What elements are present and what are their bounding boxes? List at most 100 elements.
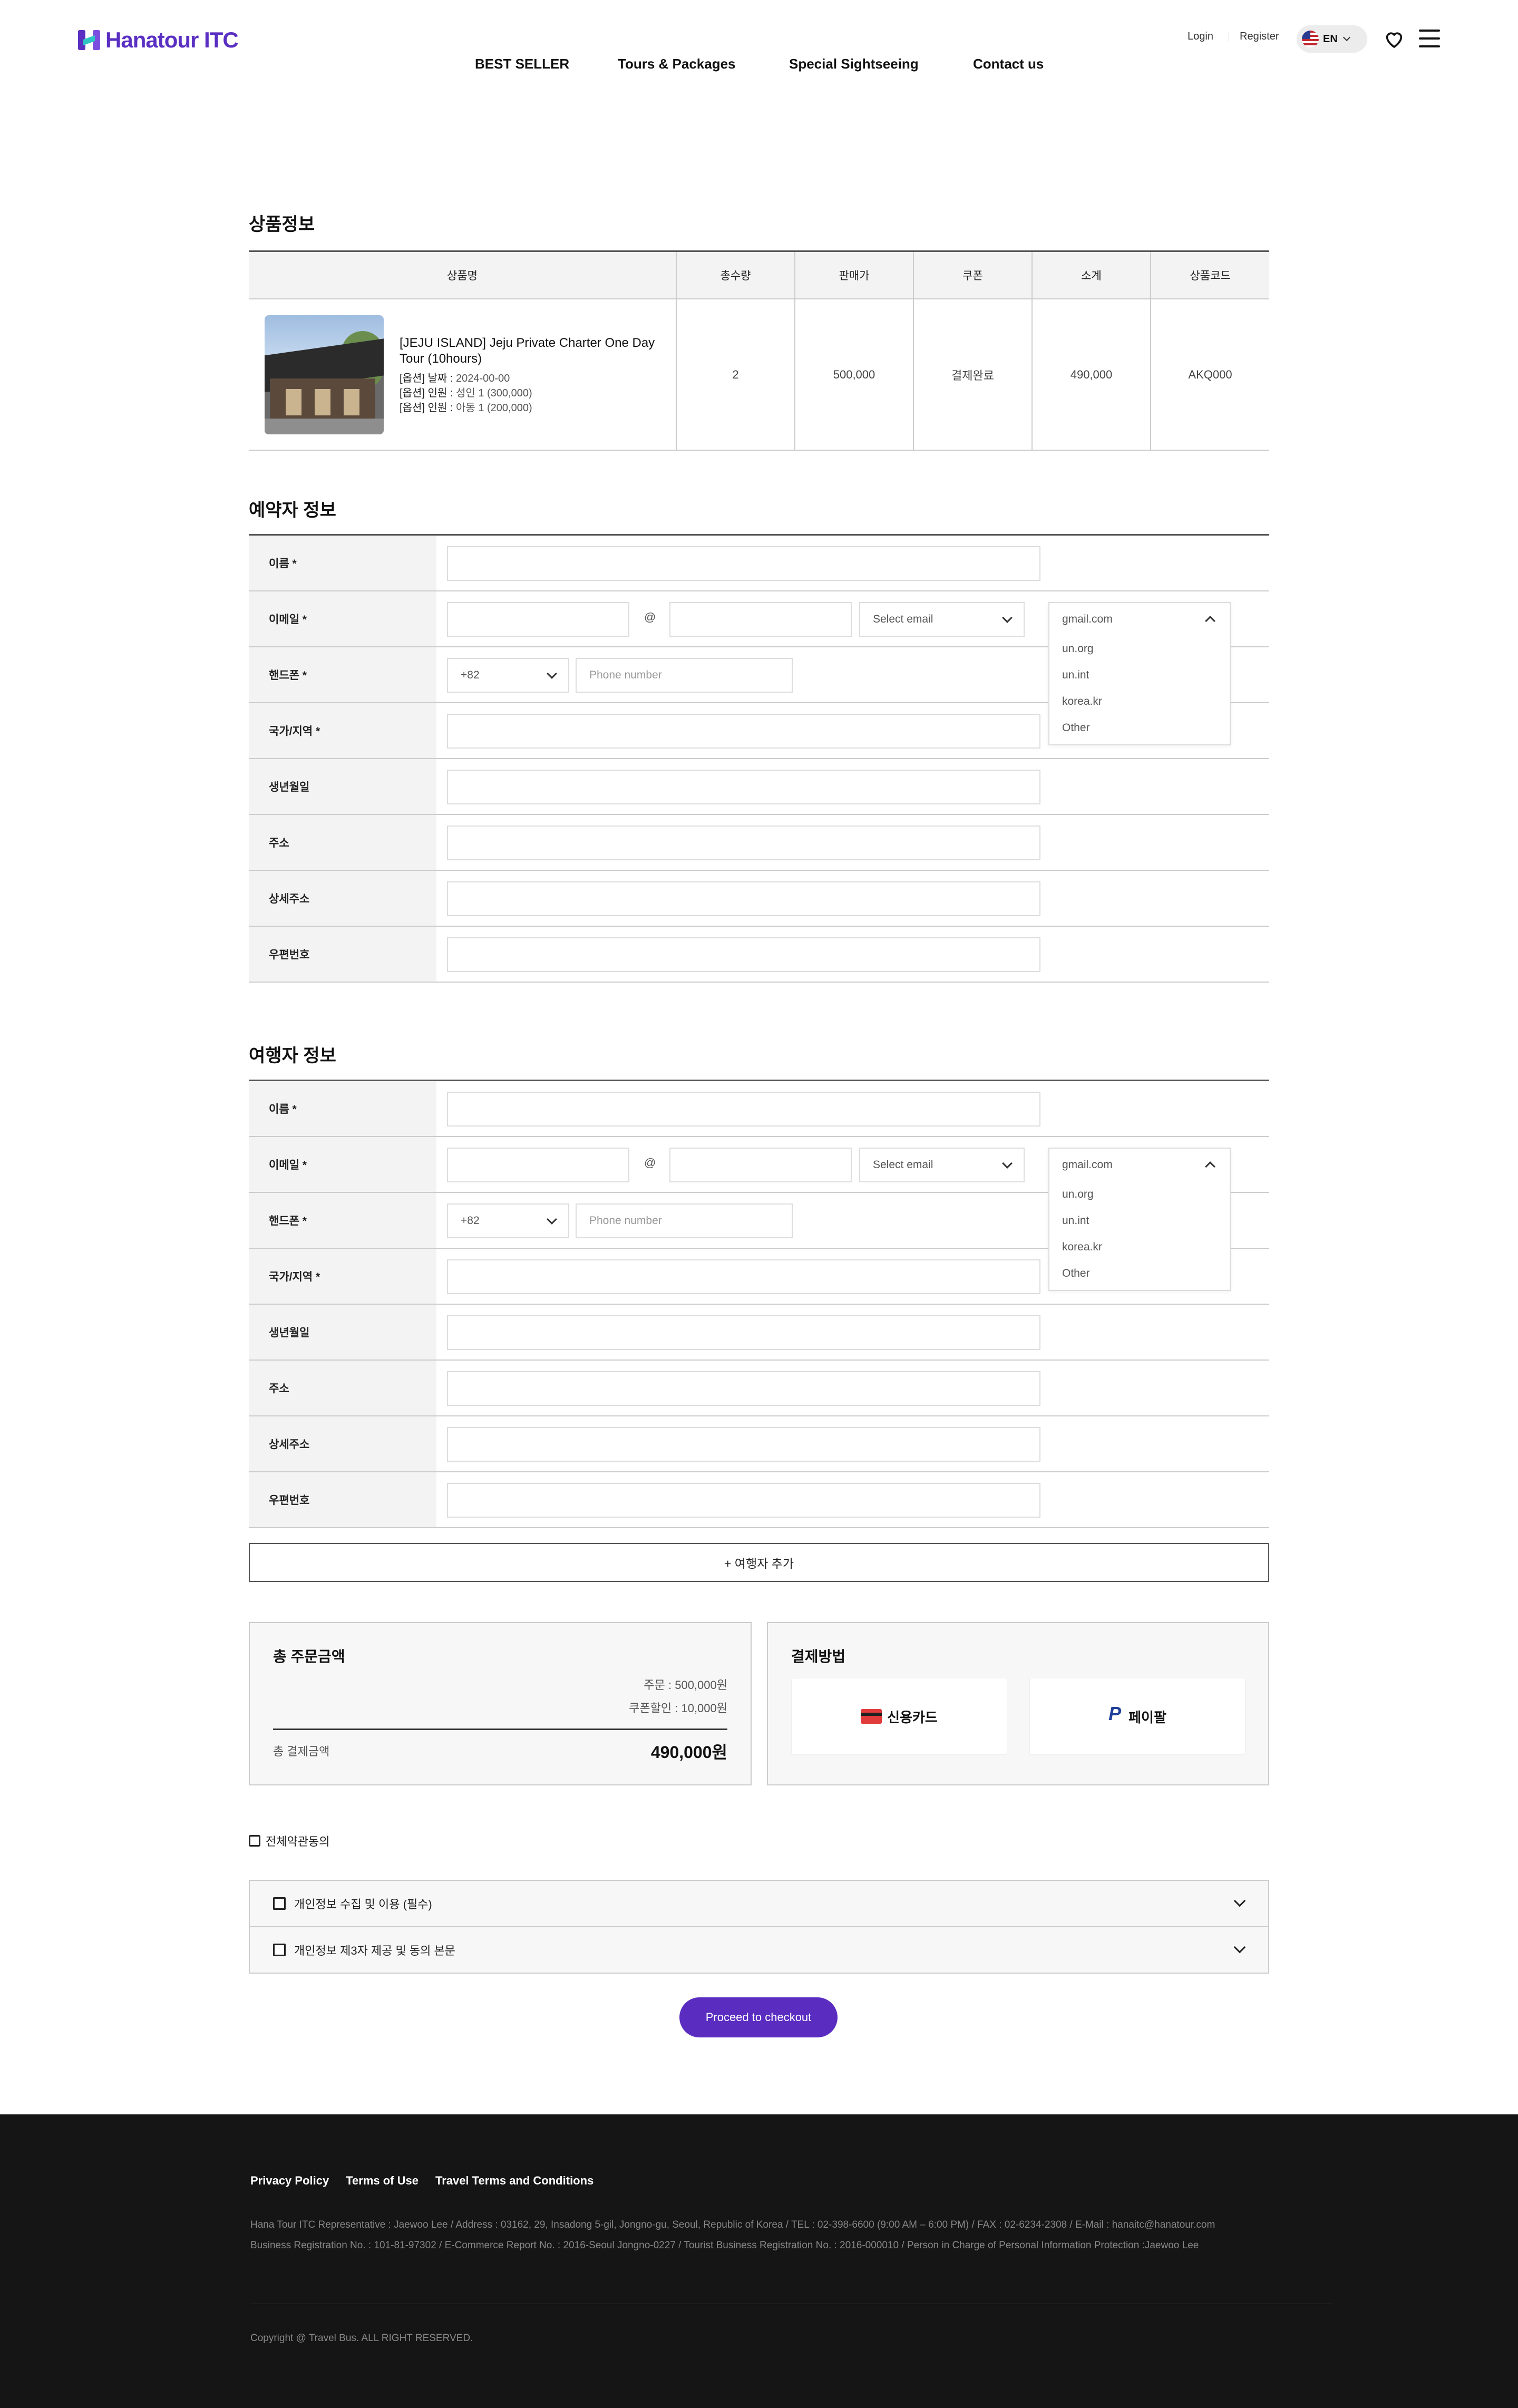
dropdown-selected[interactable]: gmail.com <box>1049 603 1230 636</box>
add-traveler-button[interactable]: + 여행자 추가 <box>249 1543 1269 1582</box>
logo-text: Hanatour ITC <box>105 27 239 52</box>
col-product-code: 상품코드 <box>1190 270 1231 282</box>
product-option-adult: [옵션] 인원 : 성인 1 (300,000) <box>400 387 532 399</box>
traveler-email-select[interactable]: Select email <box>859 1148 1025 1182</box>
agree-all-checkbox[interactable] <box>249 1835 260 1847</box>
footer-links: Privacy Policy Terms of Use Travel Terms… <box>250 2174 593 2188</box>
traveler-email-domain-input[interactable] <box>669 1148 852 1182</box>
booker-address-input[interactable] <box>447 826 1040 860</box>
traveler-address-detail-label: 상세주소 <box>249 1416 436 1471</box>
product-option-child: [옵션] 인원 : 아동 1 (200,000) <box>400 402 532 414</box>
nav-tours-packages[interactable]: Tours & Packages <box>618 56 736 72</box>
traveler-form: 이름 * 이메일 * @ Select email 핸드폰 * +82 Phon… <box>249 1080 1269 1528</box>
chevron-up-icon <box>1205 1161 1215 1172</box>
booker-address-label: 주소 <box>249 815 436 870</box>
paypal-label: 페이팔 <box>1128 1709 1166 1725</box>
agreement-label: 개인정보 수집 및 이용 (필수) <box>294 1898 432 1911</box>
booker-email-id-input[interactable] <box>447 602 629 637</box>
credit-card-button[interactable]: 신용카드 <box>791 1678 1007 1755</box>
booker-country-input[interactable] <box>447 714 1040 749</box>
product-table: 상품명 총수량 판매가 쿠폰 소계 상품코드 [JEJU ISLAND] Jej… <box>249 250 1269 451</box>
booker-form: 이름 * 이메일 * @ Select email 핸드폰 * +82 Phon… <box>249 534 1269 983</box>
nav-special-sightseeing[interactable]: Special Sightseeing <box>789 56 919 72</box>
dropdown-selected[interactable]: gmail.com <box>1049 1149 1230 1181</box>
booker-address-detail-input[interactable] <box>447 881 1040 916</box>
chevron-down-icon[interactable] <box>1233 1941 1246 1954</box>
agreement-item-privacy[interactable]: 개인정보 수집 및 이용 (필수) <box>249 1880 1269 1927</box>
footer-link-travel-terms[interactable]: Travel Terms and Conditions <box>435 2174 593 2188</box>
dropdown-option[interactable]: korea.kr <box>1049 688 1230 715</box>
booker-postcode-input[interactable] <box>447 937 1040 972</box>
booker-email-domain-input[interactable] <box>669 602 852 637</box>
traveler-country-label: 국가/지역 * <box>249 1249 436 1304</box>
menu-icon[interactable] <box>1419 30 1440 47</box>
traveler-email-id-input[interactable] <box>447 1148 629 1182</box>
booker-email-dropdown[interactable]: gmail.com un.org un.int korea.kr Other <box>1048 602 1231 745</box>
booker-section-title: 예약자 정보 <box>249 500 336 520</box>
agreement-checkbox[interactable] <box>273 1897 286 1910</box>
chevron-down-icon <box>1002 613 1013 623</box>
traveler-phone-code-select[interactable]: +82 <box>447 1203 569 1238</box>
register-link[interactable]: Register <box>1240 31 1279 43</box>
payment-method-box: 결제방법 신용카드 P 페이팔 <box>767 1622 1269 1785</box>
dropdown-option[interactable]: un.int <box>1049 662 1230 688</box>
traveler-postcode-input[interactable] <box>447 1483 1040 1518</box>
dropdown-option[interactable]: Other <box>1049 1260 1230 1287</box>
chevron-down-icon <box>547 1214 557 1225</box>
traveler-country-input[interactable] <box>447 1259 1040 1294</box>
traveler-email-dropdown[interactable]: gmail.com un.org un.int korea.kr Other <box>1048 1148 1231 1291</box>
traveler-section-title: 여행자 정보 <box>249 1046 336 1066</box>
language-selector[interactable]: EN <box>1297 25 1367 53</box>
traveler-address-input[interactable] <box>447 1371 1040 1406</box>
us-flag-icon <box>1302 31 1319 47</box>
booker-phone-label: 핸드폰 * <box>249 647 436 702</box>
table-row: [JEJU ISLAND] Jeju Private Charter One D… <box>249 299 1269 450</box>
product-option-date: [옵션] 날짜 : 2024-00-00 <box>400 372 510 384</box>
traveler-name-input[interactable] <box>447 1092 1040 1127</box>
agree-all[interactable]: 전체약관동의 <box>249 1832 329 1849</box>
booker-birthdate-input[interactable] <box>447 770 1040 804</box>
dropdown-option[interactable]: un.org <box>1049 636 1230 662</box>
nav-contact-us[interactable]: Contact us <box>973 56 1044 72</box>
logo-mark-icon <box>78 29 100 51</box>
dropdown-option[interactable]: korea.kr <box>1049 1234 1230 1260</box>
traveler-birthdate-input[interactable] <box>447 1315 1040 1350</box>
dropdown-option[interactable]: Other <box>1049 715 1230 741</box>
booker-name-input[interactable] <box>447 546 1040 581</box>
nav-best-seller[interactable]: BEST SELLER <box>475 56 569 72</box>
traveler-phone-label: 핸드폰 * <box>249 1193 436 1248</box>
order-summary-box: 총 주문금액 주문 : 500,000원 쿠폰할인 : 10,000원 총 결제… <box>249 1622 752 1785</box>
traveler-phone-input[interactable]: Phone number <box>576 1203 793 1238</box>
logo[interactable]: Hanatour ITC <box>78 26 239 54</box>
booker-email-select[interactable]: Select email <box>859 602 1025 637</box>
agreement-item-third-party[interactable]: 개인정보 제3자 제공 및 동의 본문 <box>249 1926 1269 1974</box>
chevron-down-icon[interactable] <box>1233 1895 1246 1907</box>
booker-birthdate-label: 생년월일 <box>249 759 436 814</box>
agreement-label: 개인정보 제3자 제공 및 동의 본문 <box>294 1944 455 1957</box>
booker-phone-code-select[interactable]: +82 <box>447 658 569 693</box>
product-cell: [JEJU ISLAND] Jeju Private Charter One D… <box>249 299 677 450</box>
footer-link-terms[interactable]: Terms of Use <box>346 2174 419 2188</box>
payment-title: 결제방법 <box>791 1648 846 1665</box>
booker-phone-input[interactable]: Phone number <box>576 658 793 693</box>
agreement-checkbox[interactable] <box>273 1944 286 1956</box>
language-label: EN <box>1323 33 1338 45</box>
chevron-down-icon <box>1342 33 1350 42</box>
footer-company-info: Hana Tour ITC Representative : Jaewoo Le… <box>250 2219 1215 2230</box>
col-product-name: 상품명 <box>249 252 677 298</box>
traveler-address-label: 주소 <box>249 1361 436 1415</box>
product-coupon: 결제완료 <box>914 299 1033 450</box>
heart-icon[interactable] <box>1384 28 1405 50</box>
paypal-button[interactable]: P 페이팔 <box>1029 1678 1245 1755</box>
booker-address-detail-label: 상세주소 <box>249 871 436 926</box>
traveler-postcode-label: 우편번호 <box>249 1472 436 1527</box>
dropdown-option[interactable]: un.org <box>1049 1181 1230 1208</box>
traveler-address-detail-input[interactable] <box>447 1427 1040 1462</box>
footer-link-privacy[interactable]: Privacy Policy <box>250 2174 329 2188</box>
traveler-name-label: 이름 * <box>249 1081 436 1136</box>
col-quantity: 총수량 <box>677 252 795 298</box>
proceed-to-checkout-button[interactable]: Proceed to checkout <box>679 1997 838 2037</box>
login-link[interactable]: Login <box>1188 31 1213 43</box>
agree-all-label: 전체약관동의 <box>266 1835 330 1848</box>
dropdown-option[interactable]: un.int <box>1049 1208 1230 1234</box>
